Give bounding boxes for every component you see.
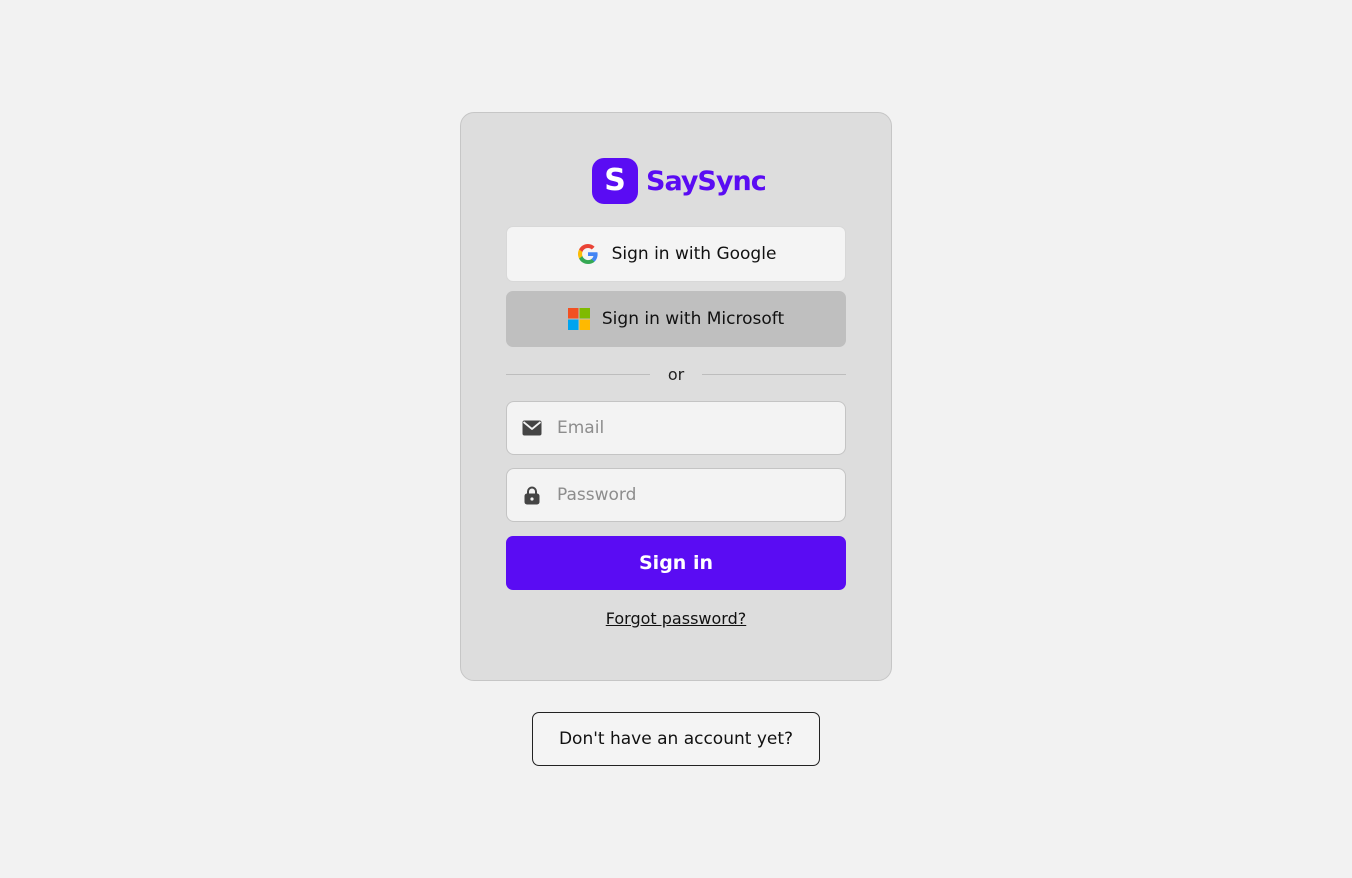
logo-wordmark: SaySync <box>646 165 767 197</box>
logo-mark: S <box>592 158 638 204</box>
password-input[interactable] <box>557 469 845 521</box>
signup-button[interactable]: Don't have an account yet? <box>532 712 820 766</box>
sign-in-google-label: Sign in with Google <box>611 244 777 264</box>
forgot-password-link[interactable]: Forgot password? <box>606 609 746 628</box>
divider-label: or <box>667 364 685 384</box>
divider-line-left <box>506 373 650 375</box>
sign-in-microsoft-label: Sign in with Microsoft <box>601 309 785 329</box>
logo: S SaySync <box>592 158 767 204</box>
email-input[interactable] <box>557 402 845 454</box>
sign-in-card: S SaySync Sign in with Google Sign in wi… <box>460 112 892 681</box>
forgot-password-wrapper: Forgot password? <box>506 609 846 628</box>
microsoft-icon <box>567 308 590 330</box>
lock-icon <box>507 486 557 505</box>
or-divider: or <box>506 362 846 386</box>
email-field-wrapper <box>506 401 846 455</box>
envelope-icon <box>507 420 557 436</box>
sign-in-microsoft-button[interactable]: Sign in with Microsoft <box>506 291 846 347</box>
divider-line-right <box>702 373 846 375</box>
sign-in-button[interactable]: Sign in <box>506 536 846 590</box>
google-icon <box>576 242 600 266</box>
sign-in-google-button[interactable]: Sign in with Google <box>506 226 846 282</box>
password-field-wrapper <box>506 468 846 522</box>
